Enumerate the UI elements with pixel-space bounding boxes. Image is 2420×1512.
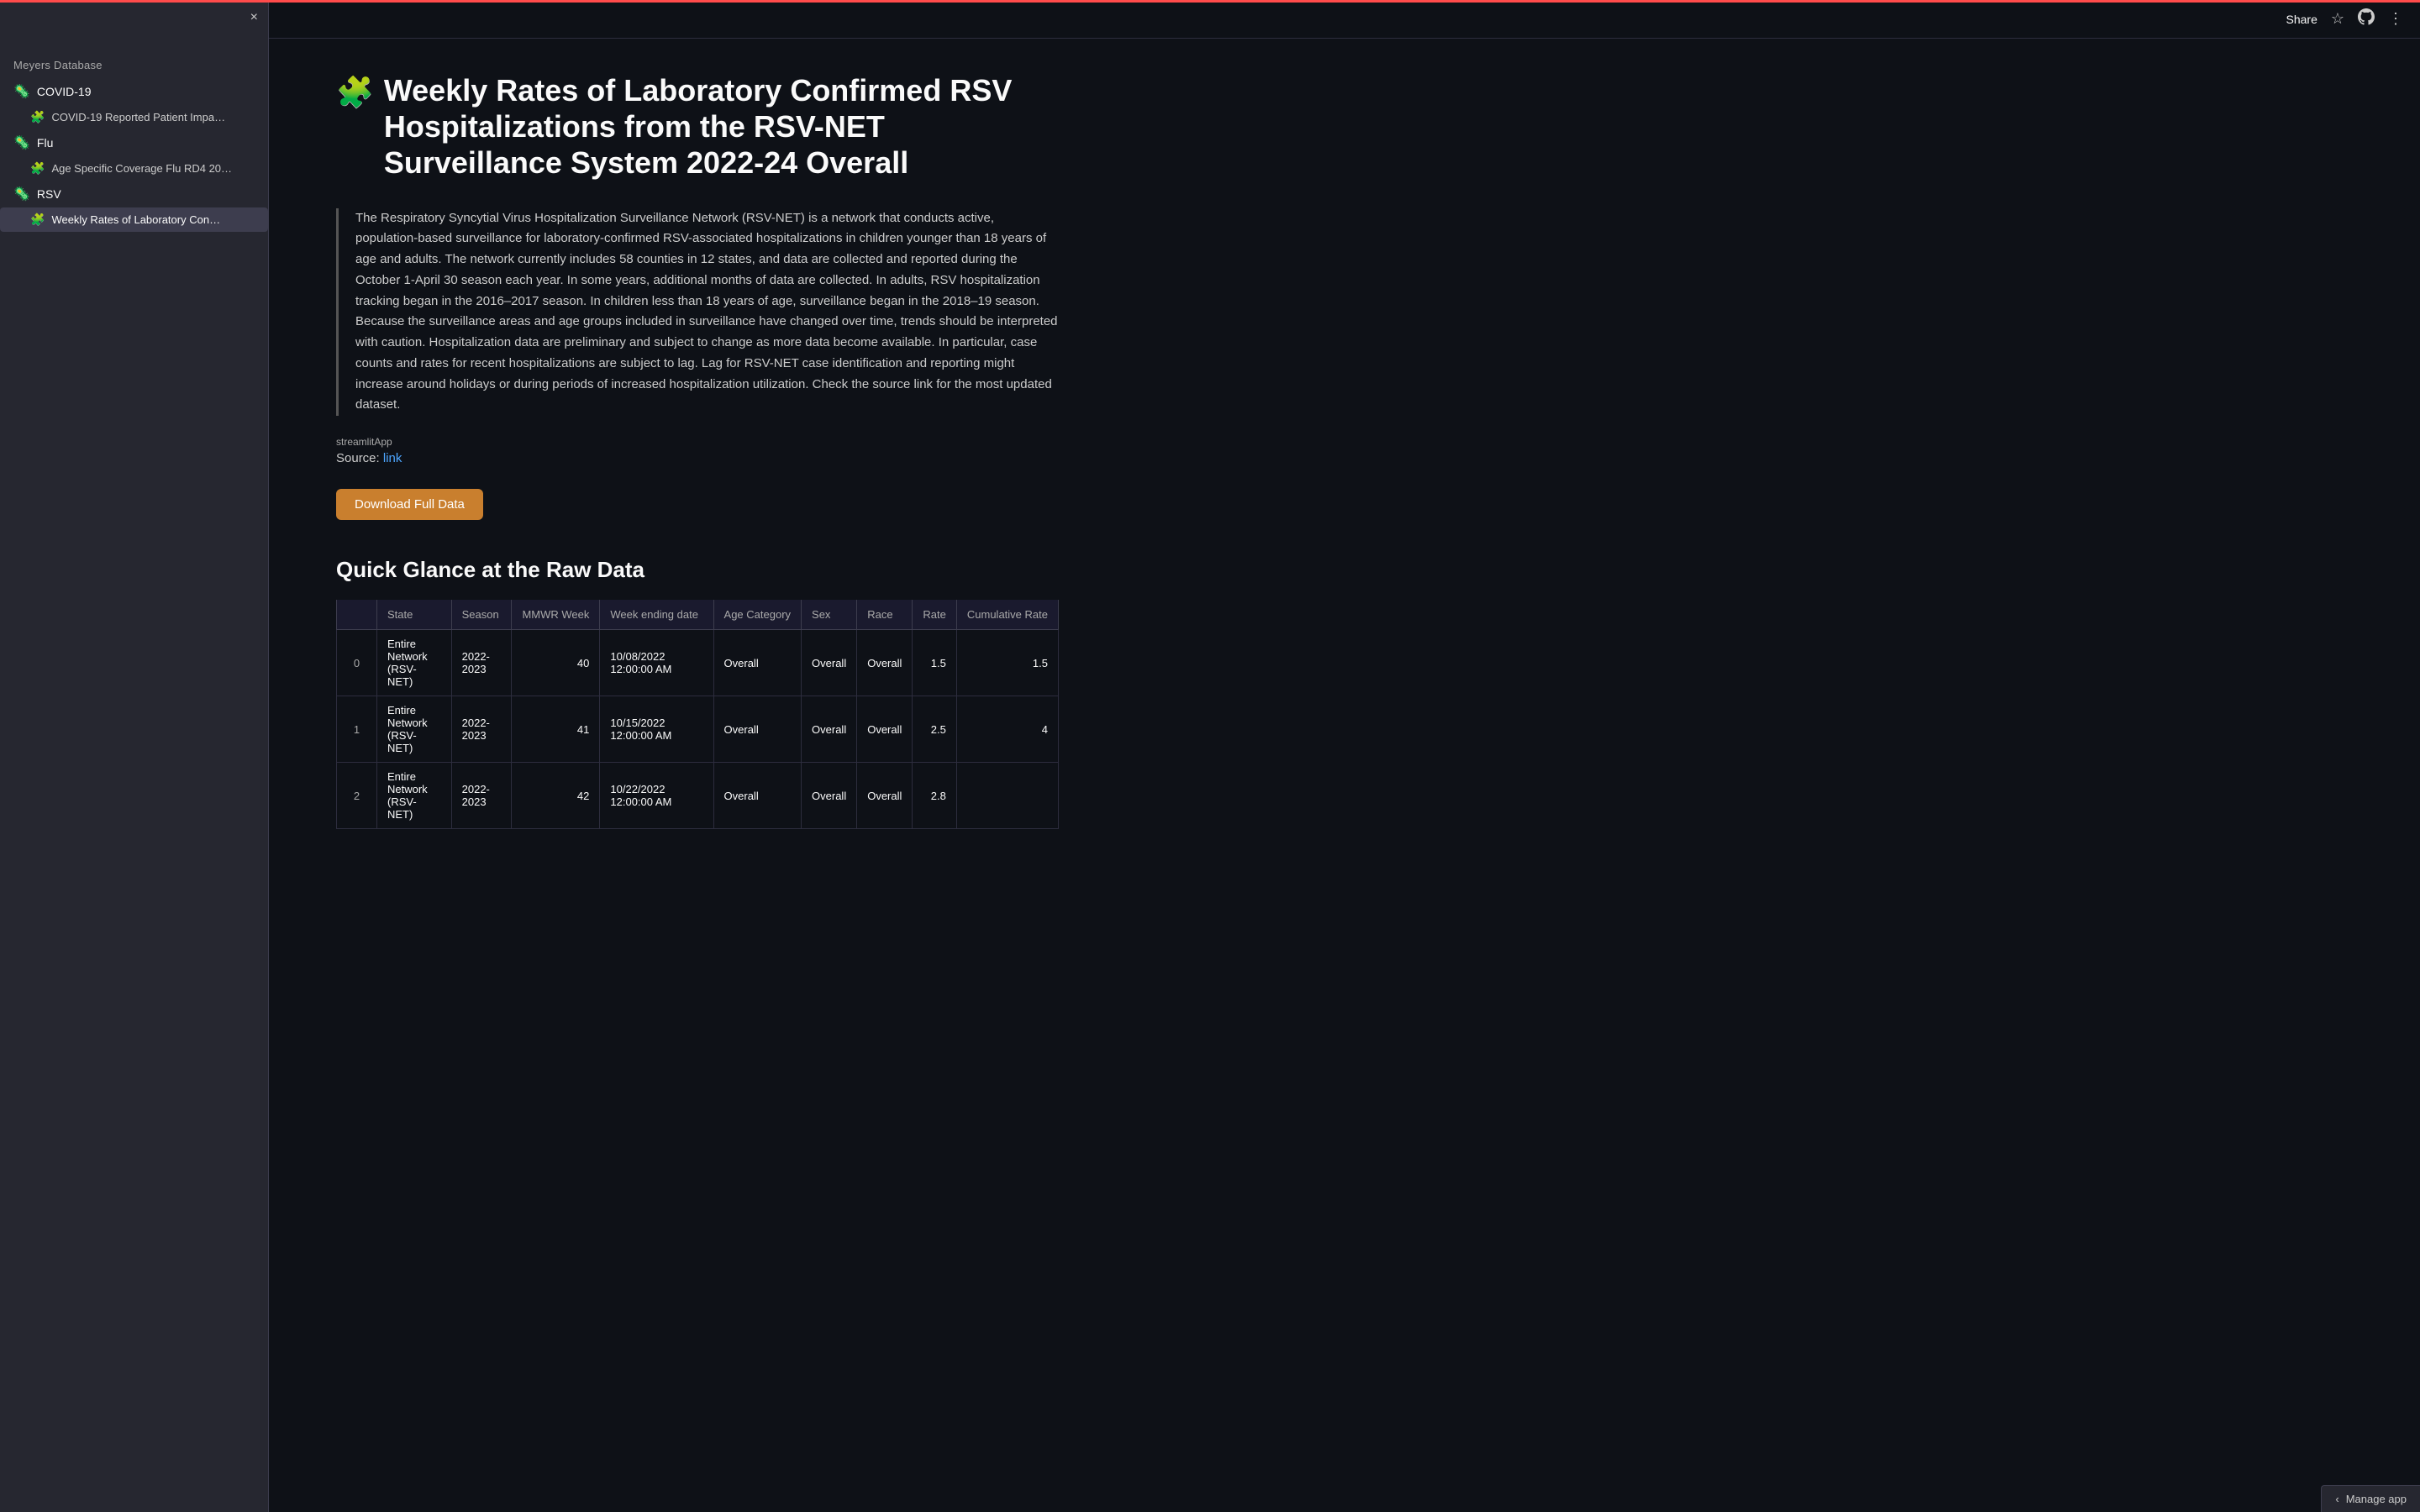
table-row: 1 Entire Network (RSV-NET) 2022-2023 41 … [337,696,1059,763]
more-menu-icon[interactable]: ⋮ [2388,10,2403,28]
page-content: 🧩 Weekly Rates of Laboratory Confirmed R… [269,39,1109,879]
rsv-weekly-label: Weekly Rates of Laboratory Con… [51,213,220,226]
covid-patient-icon: 🧩 [30,110,45,124]
cell-state: Entire Network (RSV-NET) [377,630,452,696]
source-link[interactable]: link [383,451,402,465]
cell-rate: 2.5 [913,696,956,763]
col-header-cumulative: Cumulative Rate [956,600,1058,630]
cell-age: Overall [713,696,802,763]
cell-age: Overall [713,630,802,696]
cell-rate: 2.8 [913,763,956,829]
covid-label: COVID-19 [37,85,92,98]
title-icon: 🧩 [336,74,374,110]
col-header-week-ending: Week ending date [600,600,713,630]
table-row: 2 Entire Network (RSV-NET) 2022-2023 42 … [337,763,1059,829]
sidebar-top: × [0,0,268,42]
page-title: 🧩 Weekly Rates of Laboratory Confirmed R… [336,72,1059,181]
sidebar-item-rsv-weekly[interactable]: 🧩 Weekly Rates of Laboratory Con… [0,207,268,232]
col-header-season: Season [451,600,512,630]
flu-icon: 🦠 [13,134,30,151]
cell-race: Overall [857,630,913,696]
flu-coverage-icon: 🧩 [30,161,45,176]
close-sidebar-button[interactable]: × [250,10,258,25]
manage-app-label: Manage app [2346,1493,2407,1505]
cell-season: 2022-2023 [451,763,512,829]
rsv-weekly-icon: 🧩 [30,213,45,227]
cell-race: Overall [857,763,913,829]
red-accent-bar [0,0,2420,3]
covid-patient-label: COVID-19 Reported Patient Impa… [51,111,225,123]
title-text: Weekly Rates of Laboratory Confirmed RSV… [384,72,1059,181]
tooltip-label: streamlitApp [336,436,1059,448]
main-content: Share ☆ ⋮ 🧩 Weekly Rates of Laboratory C… [269,0,2420,1512]
download-button[interactable]: Download Full Data [336,489,483,520]
raw-data-table: State Season MMWR Week Week ending date … [336,600,1059,829]
col-header-rate: Rate [913,600,956,630]
description-text: The Respiratory Syncytial Virus Hospital… [355,211,1058,412]
cell-cumulative [956,763,1058,829]
covid-icon: 🦠 [13,83,30,100]
manage-app-chevron: ‹ [2335,1493,2338,1505]
cell-rate: 1.5 [913,630,956,696]
col-header-age: Age Category [713,600,802,630]
cell-week-ending: 10/22/2022 12:00:00 AM [600,763,713,829]
cell-cumulative: 1.5 [956,630,1058,696]
sidebar-category-covid[interactable]: 🦠 COVID-19 [0,78,268,105]
sidebar-category-rsv[interactable]: 🦠 RSV [0,181,268,207]
cell-state: Entire Network (RSV-NET) [377,696,452,763]
source-line: Source: link [336,451,1059,465]
col-header-index [337,600,377,630]
cell-sex: Overall [802,763,857,829]
topbar-actions: Share ☆ ⋮ [2286,8,2404,29]
cell-season: 2022-2023 [451,696,512,763]
cell-state: Entire Network (RSV-NET) [377,763,452,829]
cell-season: 2022-2023 [451,630,512,696]
flu-coverage-label: Age Specific Coverage Flu RD4 20… [51,162,232,175]
topbar: Share ☆ ⋮ [269,0,2420,39]
cell-cumulative: 4 [956,696,1058,763]
share-button[interactable]: Share [2286,13,2317,26]
manage-app-bar[interactable]: ‹ Manage app [2321,1485,2420,1512]
sidebar-item-flu-coverage[interactable]: 🧩 Age Specific Coverage Flu RD4 20… [0,156,268,181]
table-row: 0 Entire Network (RSV-NET) 2022-2023 40 … [337,630,1059,696]
star-icon[interactable]: ☆ [2331,10,2344,28]
sidebar-category-flu[interactable]: 🦠 Flu [0,129,268,156]
col-header-state: State [377,600,452,630]
cell-index: 2 [337,763,377,829]
github-icon[interactable] [2358,8,2375,29]
sidebar-item-covid-patient[interactable]: 🧩 COVID-19 Reported Patient Impa… [0,105,268,129]
flu-label: Flu [37,136,53,150]
cell-mmwr: 42 [512,763,600,829]
cell-race: Overall [857,696,913,763]
col-header-sex: Sex [802,600,857,630]
table-header-row: State Season MMWR Week Week ending date … [337,600,1059,630]
cell-week-ending: 10/15/2022 12:00:00 AM [600,696,713,763]
col-header-race: Race [857,600,913,630]
cell-sex: Overall [802,696,857,763]
rsv-label: RSV [37,187,61,201]
cell-index: 0 [337,630,377,696]
cell-mmwr: 40 [512,630,600,696]
sidebar: × Meyers Database 🦠 COVID-19 🧩 COVID-19 … [0,0,269,1512]
sidebar-section-title: Meyers Database [0,42,268,78]
cell-mmwr: 41 [512,696,600,763]
cell-week-ending: 10/08/2022 12:00:00 AM [600,630,713,696]
source-label: Source: [336,451,380,465]
rsv-icon: 🦠 [13,186,30,202]
cell-sex: Overall [802,630,857,696]
cell-age: Overall [713,763,802,829]
cell-index: 1 [337,696,377,763]
description-block: The Respiratory Syncytial Virus Hospital… [336,208,1059,417]
col-header-mmwr: MMWR Week [512,600,600,630]
raw-data-title: Quick Glance at the Raw Data [336,557,1059,583]
